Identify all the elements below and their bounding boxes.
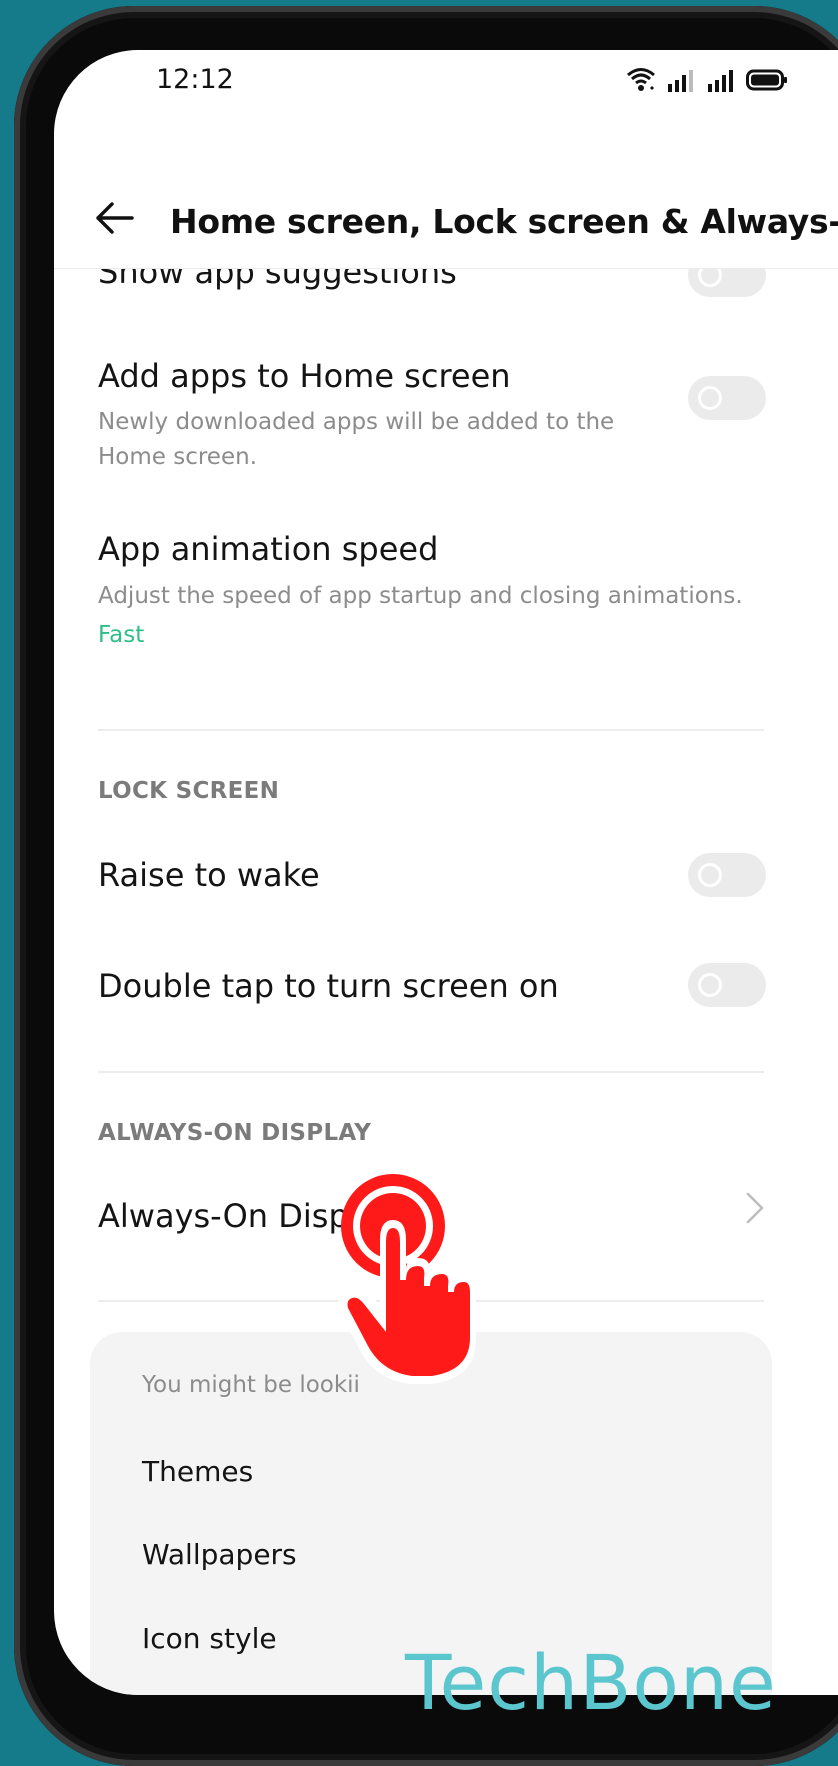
- setting-title: Add apps to Home screen: [98, 357, 511, 395]
- section-header-lock-screen: LOCK SCREEN: [98, 778, 280, 804]
- double-tap-toggle[interactable]: [688, 963, 766, 1007]
- divider: [98, 729, 764, 731]
- show-app-suggestions-toggle[interactable]: [688, 269, 766, 297]
- setting-title: App animation speed: [98, 530, 439, 568]
- raise-to-wake-toggle[interactable]: [688, 853, 766, 897]
- status-icons: [626, 62, 788, 92]
- arrow-left-icon[interactable]: [92, 198, 136, 238]
- watermark: TechBone: [405, 1638, 777, 1727]
- toggle-knob: [698, 386, 722, 410]
- status-bar: 12:12: [54, 50, 838, 140]
- app-header: Home screen, Lock screen & Always-O...: [54, 168, 838, 269]
- setting-title: Raise to wake: [98, 856, 320, 894]
- tap-hand-icon: [337, 1174, 476, 1384]
- settings-list: Show app suggestions Add apps to Home sc…: [54, 269, 838, 1695]
- wifi-icon: [627, 68, 655, 91]
- signal-icon: [708, 70, 733, 92]
- divider: [98, 1071, 764, 1073]
- suggestion-item-themes[interactable]: Themes: [142, 1455, 253, 1488]
- add-apps-toggle[interactable]: [688, 376, 766, 420]
- suggestions-label: You might be lookii: [142, 1372, 360, 1398]
- suggestion-item-wallpapers[interactable]: Wallpapers: [142, 1538, 297, 1571]
- setting-subtitle: Newly downloaded apps will be added to t…: [98, 409, 615, 470]
- signal-icon: [668, 70, 693, 92]
- toggle-knob: [698, 863, 722, 887]
- toggle-knob: [698, 973, 722, 997]
- chevron-right-icon: [746, 1192, 764, 1224]
- page-title: Home screen, Lock screen & Always-O...: [170, 202, 838, 241]
- section-header-always-on-display: ALWAYS-ON DISPLAY: [98, 1120, 372, 1146]
- battery-icon: [746, 69, 787, 91]
- setting-value: Fast: [98, 622, 145, 648]
- suggestion-item-icon-style[interactable]: Icon style: [142, 1622, 277, 1655]
- toggle-knob: [698, 269, 722, 287]
- status-time: 12:12: [156, 64, 234, 95]
- setting-subtitle: Adjust the speed of app startup and clos…: [98, 583, 743, 609]
- setting-title: Double tap to turn screen on: [98, 967, 559, 1005]
- setting-title: Show app suggestions: [98, 269, 457, 291]
- phone-screen: 12:12 Home screen, Lock screen & Always-…: [54, 50, 838, 1695]
